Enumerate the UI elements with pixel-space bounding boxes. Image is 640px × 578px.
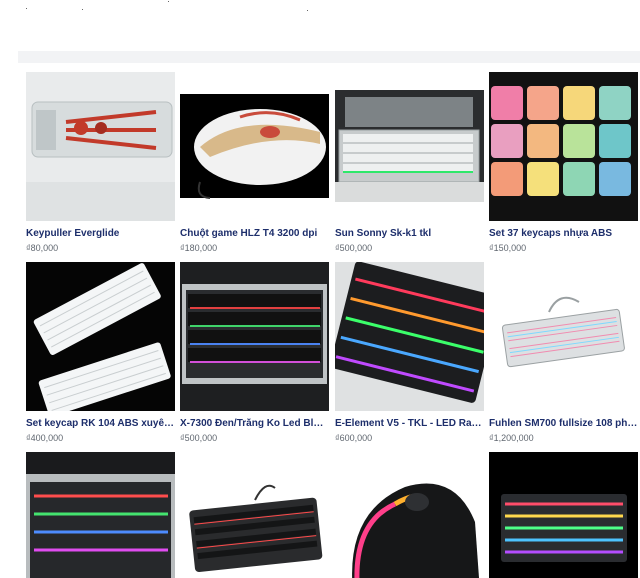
- keyboard-icon: [489, 262, 638, 411]
- product-image[interactable]: [180, 452, 329, 578]
- product-title[interactable]: X-7300 Đen/Trắng Ko Led Blue ...: [180, 418, 329, 430]
- product-title[interactable]: Sun Sonny Sk-k1 tkl: [335, 228, 484, 240]
- artifact-dot: [26, 8, 27, 9]
- artifact-dot: [307, 10, 308, 11]
- product-card[interactable]: Chuột game HLZ T4 3200 dpi ₫180,000: [180, 72, 329, 258]
- product-title[interactable]: Set keycap RK 104 ABS xuyên ...: [26, 418, 175, 430]
- product-image[interactable]: [26, 72, 175, 221]
- product-price: ₫80,000: [26, 243, 59, 253]
- artifact-dot: [168, 1, 169, 2]
- gaming-mouse-icon: [335, 452, 484, 578]
- product-title[interactable]: Set 37 keycaps nhựa ABS: [489, 228, 638, 240]
- keycap-puller-icon: [26, 72, 175, 221]
- product-image[interactable]: [335, 452, 484, 578]
- product-card[interactable]: Fuhlen SM700 fullsize 108 phím ₫1,200,00…: [489, 262, 638, 448]
- product-image[interactable]: [335, 72, 484, 221]
- product-image[interactable]: [180, 72, 329, 221]
- product-card[interactable]: Set keycap RK 104 ABS xuyên ... ₫400,000: [26, 262, 175, 448]
- rgb-keyboard-icon: [335, 262, 484, 411]
- keyboard-icon: [335, 72, 484, 221]
- product-title[interactable]: Chuột game HLZ T4 3200 dpi: [180, 228, 329, 240]
- artifact-dot: [82, 9, 83, 10]
- product-price: ₫180,000: [180, 243, 218, 253]
- product-image[interactable]: [489, 452, 638, 578]
- product-card[interactable]: Set 37 keycaps nhựa ABS ₫150,000: [489, 72, 638, 258]
- product-price: ₫500,000: [180, 433, 218, 443]
- section-header-bar: [18, 51, 640, 63]
- product-card[interactable]: [335, 452, 484, 578]
- product-card[interactable]: E-Element V5 - TKL - LED Rainb... ₫600,0…: [335, 262, 484, 448]
- product-image[interactable]: [180, 262, 329, 411]
- product-card[interactable]: Keypuller Everglide ₫80,000: [26, 72, 175, 258]
- gaming-mouse-icon: [180, 72, 329, 221]
- product-title[interactable]: Keypuller Everglide: [26, 228, 175, 240]
- rgb-keyboard-icon: [489, 452, 638, 578]
- product-image[interactable]: [26, 452, 175, 578]
- product-card[interactable]: [180, 452, 329, 578]
- compact-keyboard-icon: [180, 452, 329, 578]
- product-price: ₫1,200,000: [489, 433, 534, 443]
- product-price: ₫600,000: [335, 433, 373, 443]
- product-card[interactable]: [26, 452, 175, 578]
- product-title[interactable]: E-Element V5 - TKL - LED Rainb...: [335, 418, 484, 430]
- keyboard-icon: [180, 262, 329, 411]
- rgb-keyboard-icon: [26, 452, 175, 578]
- product-title[interactable]: Fuhlen SM700 fullsize 108 phím: [489, 418, 638, 430]
- product-card[interactable]: X-7300 Đen/Trắng Ko Led Blue ... ₫500,00…: [180, 262, 329, 448]
- product-price: ₫150,000: [489, 243, 527, 253]
- product-image[interactable]: [489, 262, 638, 411]
- product-image[interactable]: [335, 262, 484, 411]
- product-card[interactable]: [489, 452, 638, 578]
- product-price: ₫400,000: [26, 433, 64, 443]
- product-image[interactable]: [489, 72, 638, 221]
- product-image[interactable]: [26, 262, 175, 411]
- keycaps-icon: [489, 72, 638, 221]
- product-card[interactable]: Sun Sonny Sk-k1 tkl ₫500,000: [335, 72, 484, 258]
- white-keyboard-icon: [26, 262, 175, 411]
- product-price: ₫500,000: [335, 243, 373, 253]
